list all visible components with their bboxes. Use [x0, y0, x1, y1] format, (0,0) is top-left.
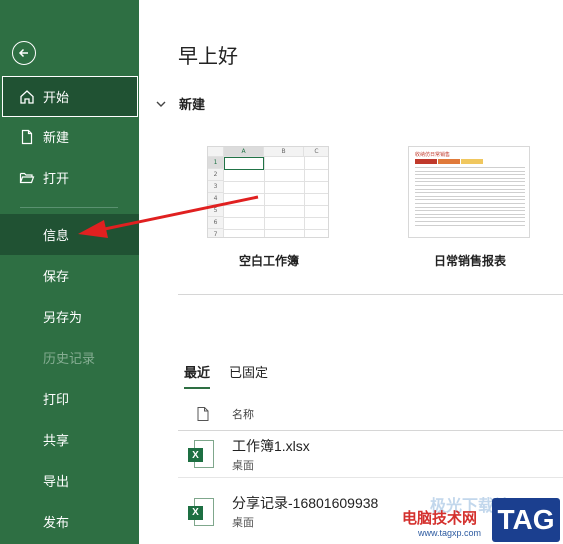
sidebar-item-publish[interactable]: 发布 — [0, 501, 139, 542]
new-doc-icon — [18, 128, 36, 146]
column-header: B — [264, 147, 304, 157]
report-preview-title: 收纳仿日常销售 — [415, 152, 451, 158]
page-title: 早上好 — [178, 44, 238, 68]
sidebar-item-label: 信息 — [43, 229, 70, 244]
template-name: 空白工作簿 — [238, 254, 299, 268]
file-type-icon — [197, 406, 209, 421]
selected-cell — [224, 157, 264, 170]
sidebar-item-label: 历史记录 — [43, 352, 96, 367]
row-header: 4 — [208, 193, 224, 205]
back-button[interactable] — [12, 41, 36, 65]
sidebar-item-save[interactable]: 保存 — [0, 255, 139, 296]
backstage-sidebar: 开始 新建 打开 信息 保存 另存为 历史记录 打印 共享 导出 发布 — [0, 0, 139, 544]
back-arrow-icon — [18, 48, 28, 58]
excel-file-icon: X — [188, 440, 214, 468]
sidebar-item-label: 新建 — [43, 131, 70, 146]
sidebar-item-label: 发布 — [43, 516, 70, 531]
watermark-site-name: 电脑技术网 — [402, 509, 478, 527]
template-sales-report[interactable]: 收纳仿日常销售 日常销售报表 — [408, 146, 532, 269]
report-preview-tabs — [415, 159, 483, 164]
excel-file-icon: X — [188, 497, 214, 526]
file-name: 工作簿1.xlsx — [232, 437, 310, 454]
template-blank-workbook[interactable]: A B C 1 2 3 4 5 6 7 空白工作簿 — [207, 146, 331, 269]
sidebar-item-export[interactable]: 导出 — [0, 460, 139, 501]
sidebar-item-label: 开始 — [43, 91, 70, 106]
sidebar-item-info[interactable]: 信息 — [0, 214, 139, 255]
sidebar-item-home[interactable]: 开始 — [2, 76, 138, 117]
row-header: 6 — [208, 217, 224, 229]
sidebar-item-label: 保存 — [43, 270, 70, 285]
file-list-header: 名称 — [178, 397, 563, 431]
column-header: A — [224, 147, 264, 157]
file-name: 分享记录-16801609938 — [232, 495, 379, 511]
sidebar-item-share[interactable]: 共享 — [0, 419, 139, 460]
file-row[interactable]: X 工作簿1.xlsx 桌面 — [178, 431, 563, 478]
home-icon — [18, 88, 36, 106]
template-thumbnail: A B C 1 2 3 4 5 6 7 — [207, 146, 329, 238]
new-section-toggle[interactable]: 新建 — [155, 94, 205, 113]
sidebar-item-label: 导出 — [43, 475, 70, 490]
template-name: 日常销售报表 — [433, 254, 506, 268]
section-divider — [178, 294, 563, 295]
column-header-name[interactable]: 名称 — [232, 406, 254, 422]
watermark-tag-logo: TAG — [492, 498, 560, 542]
row-header: 2 — [208, 169, 224, 181]
folder-open-icon — [18, 169, 36, 187]
row-header: 1 — [208, 157, 224, 169]
row-header: 5 — [208, 205, 224, 217]
chevron-down-icon — [156, 101, 166, 107]
tab-pinned[interactable]: 已固定 — [229, 362, 268, 389]
report-preview-rows — [415, 167, 525, 228]
sidebar-item-label: 共享 — [43, 434, 70, 449]
sidebar-divider — [20, 207, 118, 208]
sidebar-item-label: 打印 — [43, 393, 70, 408]
sidebar-item-label: 另存为 — [43, 311, 83, 326]
sidebar-item-new[interactable]: 新建 — [0, 116, 139, 157]
file-list-tabs: 最近 已固定 — [184, 362, 268, 389]
row-header: 7 — [208, 229, 224, 237]
tab-recent[interactable]: 最近 — [184, 362, 211, 389]
sidebar-item-save-as[interactable]: 另存为 — [0, 296, 139, 337]
sidebar-item-history: 历史记录 — [0, 337, 139, 378]
sidebar-item-print[interactable]: 打印 — [0, 378, 139, 419]
template-thumbnail: 收纳仿日常销售 — [408, 146, 530, 238]
column-header: C — [304, 147, 328, 157]
file-location: 桌面 — [232, 516, 254, 529]
watermark-url: www.tagxp.com — [418, 528, 482, 538]
sidebar-item-label: 打开 — [43, 172, 70, 187]
file-location: 桌面 — [232, 458, 254, 472]
new-section-title: 新建 — [179, 98, 206, 113]
sidebar-item-open[interactable]: 打开 — [0, 157, 139, 198]
row-header: 3 — [208, 181, 224, 193]
